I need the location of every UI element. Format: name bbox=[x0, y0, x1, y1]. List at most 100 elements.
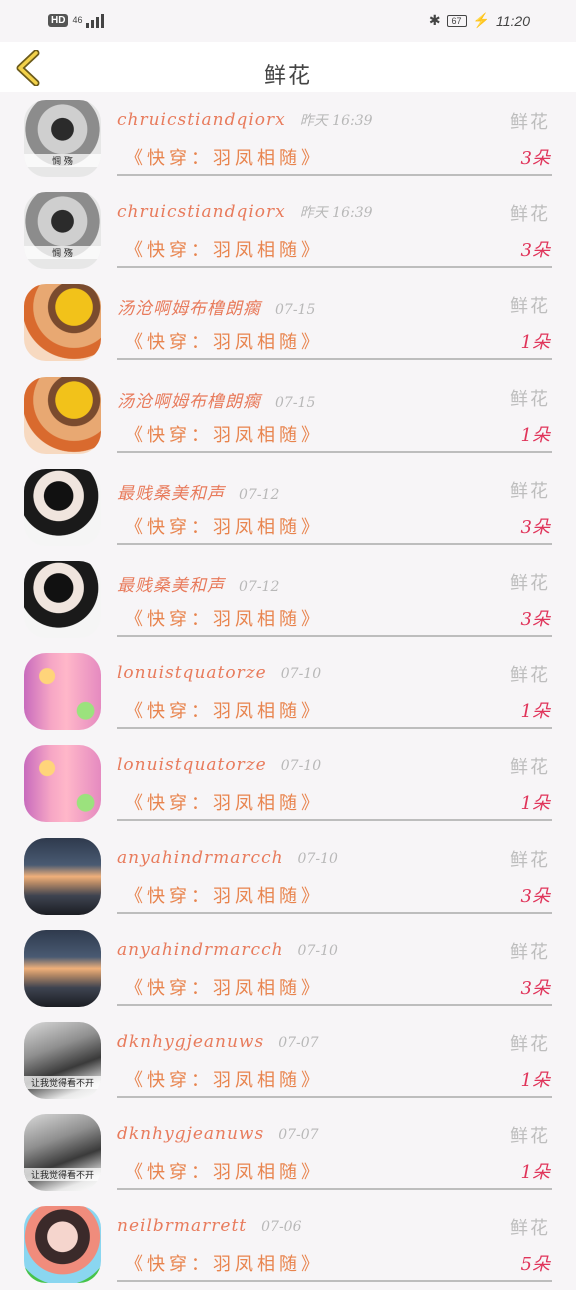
book-title[interactable]: 《快穿：羽凤相随》 bbox=[125, 1250, 323, 1276]
gift-kind: 鲜花 bbox=[510, 941, 550, 963]
book-title[interactable]: 《快穿：羽凤相随》 bbox=[125, 1158, 323, 1184]
gift-time: 07-10 bbox=[297, 850, 338, 867]
list-item[interactable]: 最贱桑美和声 07-12 鲜花 《快穿：羽凤相随》 3朵 bbox=[0, 553, 576, 645]
gift-kind: 鲜花 bbox=[510, 296, 550, 318]
list-item[interactable]: 汤沧啊姆布橹朗瘸 07-15 鲜花 《快穿：羽凤相随》 1朵 bbox=[0, 369, 576, 461]
battery-icon: 67 bbox=[446, 14, 467, 27]
list-item[interactable]: lonuistquatorze 07-10 鲜花 《快穿：羽凤相随》 1朵 bbox=[0, 737, 576, 829]
book-title[interactable]: 《快穿：羽凤相随》 bbox=[125, 697, 323, 723]
gift-kind: 鲜花 bbox=[510, 849, 550, 871]
gift-time: 07-06 bbox=[261, 1219, 302, 1236]
gift-count: 1朵 bbox=[520, 1162, 550, 1184]
page-title: 鲜花 bbox=[263, 64, 312, 89]
avatar-caption: 惆 殇 bbox=[24, 154, 101, 167]
list-item[interactable]: neilbrmarrett 07-06 鲜花 《快穿：羽凤相随》 5朵 bbox=[0, 1198, 576, 1290]
signal-icon bbox=[86, 12, 105, 28]
avatar[interactable] bbox=[24, 560, 101, 638]
user-name[interactable]: 汤沧啊姆布橹朗瘸 07-15 bbox=[117, 294, 315, 319]
book-title[interactable]: 《快穿：羽凤相随》 bbox=[125, 513, 323, 539]
user-name[interactable]: lonuistquatorze 07-10 bbox=[117, 755, 321, 775]
hd-badge: HD bbox=[48, 13, 69, 27]
list-item[interactable]: 汤沧啊姆布橹朗瘸 07-15 鲜花 《快穿：羽凤相随》 1朵 bbox=[0, 276, 576, 368]
gift-count: 3朵 bbox=[520, 240, 550, 262]
avatar[interactable] bbox=[24, 284, 101, 362]
charging-icon: ⚡ bbox=[472, 12, 490, 28]
gift-count: 3朵 bbox=[520, 608, 550, 630]
gift-count: 1朵 bbox=[520, 332, 550, 354]
book-title[interactable]: 《快穿：羽凤相随》 bbox=[125, 789, 323, 815]
book-title[interactable]: 《快穿：羽凤相随》 bbox=[125, 974, 323, 1000]
gift-kind: 鲜花 bbox=[510, 480, 550, 502]
gift-time: 07-10 bbox=[297, 942, 338, 959]
list-item-content: lonuistquatorze 07-10 鲜花 《快穿：羽凤相随》 1朵 bbox=[117, 645, 552, 730]
book-title[interactable]: 《快穿：羽凤相随》 bbox=[125, 421, 323, 447]
user-name[interactable]: chruicstiandqiorx 昨天 16:39 bbox=[117, 202, 373, 222]
user-name[interactable]: dknhygjeanuws 07-07 bbox=[117, 1124, 319, 1144]
gift-kind: 鲜花 bbox=[510, 572, 550, 594]
user-name[interactable]: anyahindrmarcch 07-10 bbox=[117, 848, 338, 868]
book-title[interactable]: 《快穿：羽凤相随》 bbox=[125, 605, 323, 631]
gift-count: 1朵 bbox=[520, 701, 550, 723]
user-name[interactable]: 最贱桑美和声 07-12 bbox=[117, 571, 279, 596]
list-item[interactable]: 惆 殇 chruicstiandqiorx 昨天 16:39 鲜花 《快穿：羽凤相… bbox=[0, 184, 576, 276]
gift-time: 07-07 bbox=[278, 1034, 319, 1051]
book-title[interactable]: 《快穿：羽凤相随》 bbox=[125, 144, 323, 170]
user-name[interactable]: neilbrmarrett 07-06 bbox=[117, 1216, 301, 1236]
book-title[interactable]: 《快穿：羽凤相随》 bbox=[125, 882, 323, 908]
avatar[interactable] bbox=[24, 837, 101, 915]
user-name[interactable]: dknhygjeanuws 07-07 bbox=[117, 1032, 319, 1052]
gift-kind: 鲜花 bbox=[510, 1126, 550, 1148]
gift-time: 昨天 16:39 bbox=[299, 113, 373, 129]
list-item-content: 最贱桑美和声 07-12 鲜花 《快穿：羽凤相随》 3朵 bbox=[117, 461, 552, 545]
list-item-content: dknhygjeanuws 07-07 鲜花 《快穿：羽凤相随》 1朵 bbox=[117, 1106, 552, 1191]
avatar-caption: 让我觉得看不开 bbox=[24, 1168, 101, 1182]
avatar[interactable] bbox=[24, 468, 101, 546]
gift-count: 5朵 bbox=[520, 1254, 550, 1276]
avatar-caption: 惆 殇 bbox=[24, 246, 101, 260]
avatar[interactable] bbox=[24, 745, 101, 823]
user-name[interactable]: lonuistquatorze 07-10 bbox=[117, 663, 321, 683]
clock: 11:20 bbox=[496, 12, 530, 29]
avatar[interactable] bbox=[24, 1206, 101, 1284]
list-item[interactable]: lonuistquatorze 07-10 鲜花 《快穿：羽凤相随》 1朵 bbox=[0, 645, 576, 737]
avatar[interactable] bbox=[24, 653, 101, 731]
avatar[interactable] bbox=[24, 376, 101, 454]
list-item-content: 汤沧啊姆布橹朗瘸 07-15 鲜花 《快穿：羽凤相随》 1朵 bbox=[117, 276, 552, 361]
book-title[interactable]: 《快穿：羽凤相随》 bbox=[125, 328, 323, 354]
gift-kind: 鲜花 bbox=[510, 757, 550, 779]
avatar[interactable]: 惆 殇 bbox=[24, 192, 101, 270]
gift-time: 07-10 bbox=[280, 666, 322, 683]
list-item[interactable]: anyahindrmarcch 07-10 鲜花 《快穿：羽凤相随》 3朵 bbox=[0, 830, 576, 922]
flower-list: 惆 殇 chruicstiandqiorx 昨天 16:39 鲜花 《快穿：羽凤相… bbox=[0, 92, 576, 1290]
gift-time: 07-10 bbox=[280, 758, 322, 775]
list-item[interactable]: anyahindrmarcch 07-10 鲜花 《快穿：羽凤相随》 3朵 bbox=[0, 922, 576, 1014]
user-name[interactable]: anyahindrmarcch 07-10 bbox=[117, 940, 338, 960]
gift-count: 3朵 bbox=[520, 977, 550, 999]
avatar[interactable]: 让我觉得看不开 bbox=[24, 1021, 101, 1099]
avatar[interactable]: 惆 殇 bbox=[24, 100, 101, 177]
list-item[interactable]: 让我觉得看不开 dknhygjeanuws 07-07 鲜花 《快穿：羽凤相随》 … bbox=[0, 1014, 576, 1106]
user-name[interactable]: 汤沧啊姆布橹朗瘸 07-15 bbox=[117, 387, 315, 412]
list-item-content: anyahindrmarcch 07-10 鲜花 《快穿：羽凤相随》 3朵 bbox=[117, 922, 552, 1006]
gift-kind: 鲜花 bbox=[510, 665, 550, 687]
gift-kind: 鲜花 bbox=[510, 1033, 550, 1055]
book-title[interactable]: 《快穿：羽凤相随》 bbox=[125, 1066, 323, 1092]
book-title[interactable]: 《快穿：羽凤相随》 bbox=[125, 236, 323, 262]
list-item[interactable]: 让我觉得看不开 dknhygjeanuws 07-07 鲜花 《快穿：羽凤相随》 … bbox=[0, 1106, 576, 1198]
list-item-content: neilbrmarrett 07-06 鲜花 《快穿：羽凤相随》 5朵 bbox=[117, 1198, 552, 1283]
gift-kind: 鲜花 bbox=[510, 1218, 550, 1240]
user-name[interactable]: chruicstiandqiorx 昨天 16:39 bbox=[117, 110, 373, 130]
gift-count: 1朵 bbox=[520, 793, 550, 815]
list-item-content: chruicstiandqiorx 昨天 16:39 鲜花 《快穿：羽凤相随》 3… bbox=[117, 92, 552, 176]
list-item-content: anyahindrmarcch 07-10 鲜花 《快穿：羽凤相随》 3朵 bbox=[117, 830, 552, 914]
list-item[interactable]: 惆 殇 chruicstiandqiorx 昨天 16:39 鲜花 《快穿：羽凤相… bbox=[0, 92, 576, 184]
bluetooth-icon: ✱ bbox=[428, 12, 441, 28]
avatar[interactable] bbox=[24, 929, 101, 1007]
avatar[interactable]: 让我觉得看不开 bbox=[24, 1114, 101, 1192]
gift-time: 07-12 bbox=[239, 486, 280, 503]
title-bar: 鲜花 bbox=[0, 42, 576, 92]
list-item[interactable]: 最贱桑美和声 07-12 鲜花 《快穿：羽凤相随》 3朵 bbox=[0, 461, 576, 553]
gift-kind: 鲜花 bbox=[510, 112, 550, 133]
user-name[interactable]: 最贱桑美和声 07-12 bbox=[117, 479, 279, 504]
status-bar: HD 46 ✱ 67 ⚡ 11:20 bbox=[0, 0, 576, 42]
